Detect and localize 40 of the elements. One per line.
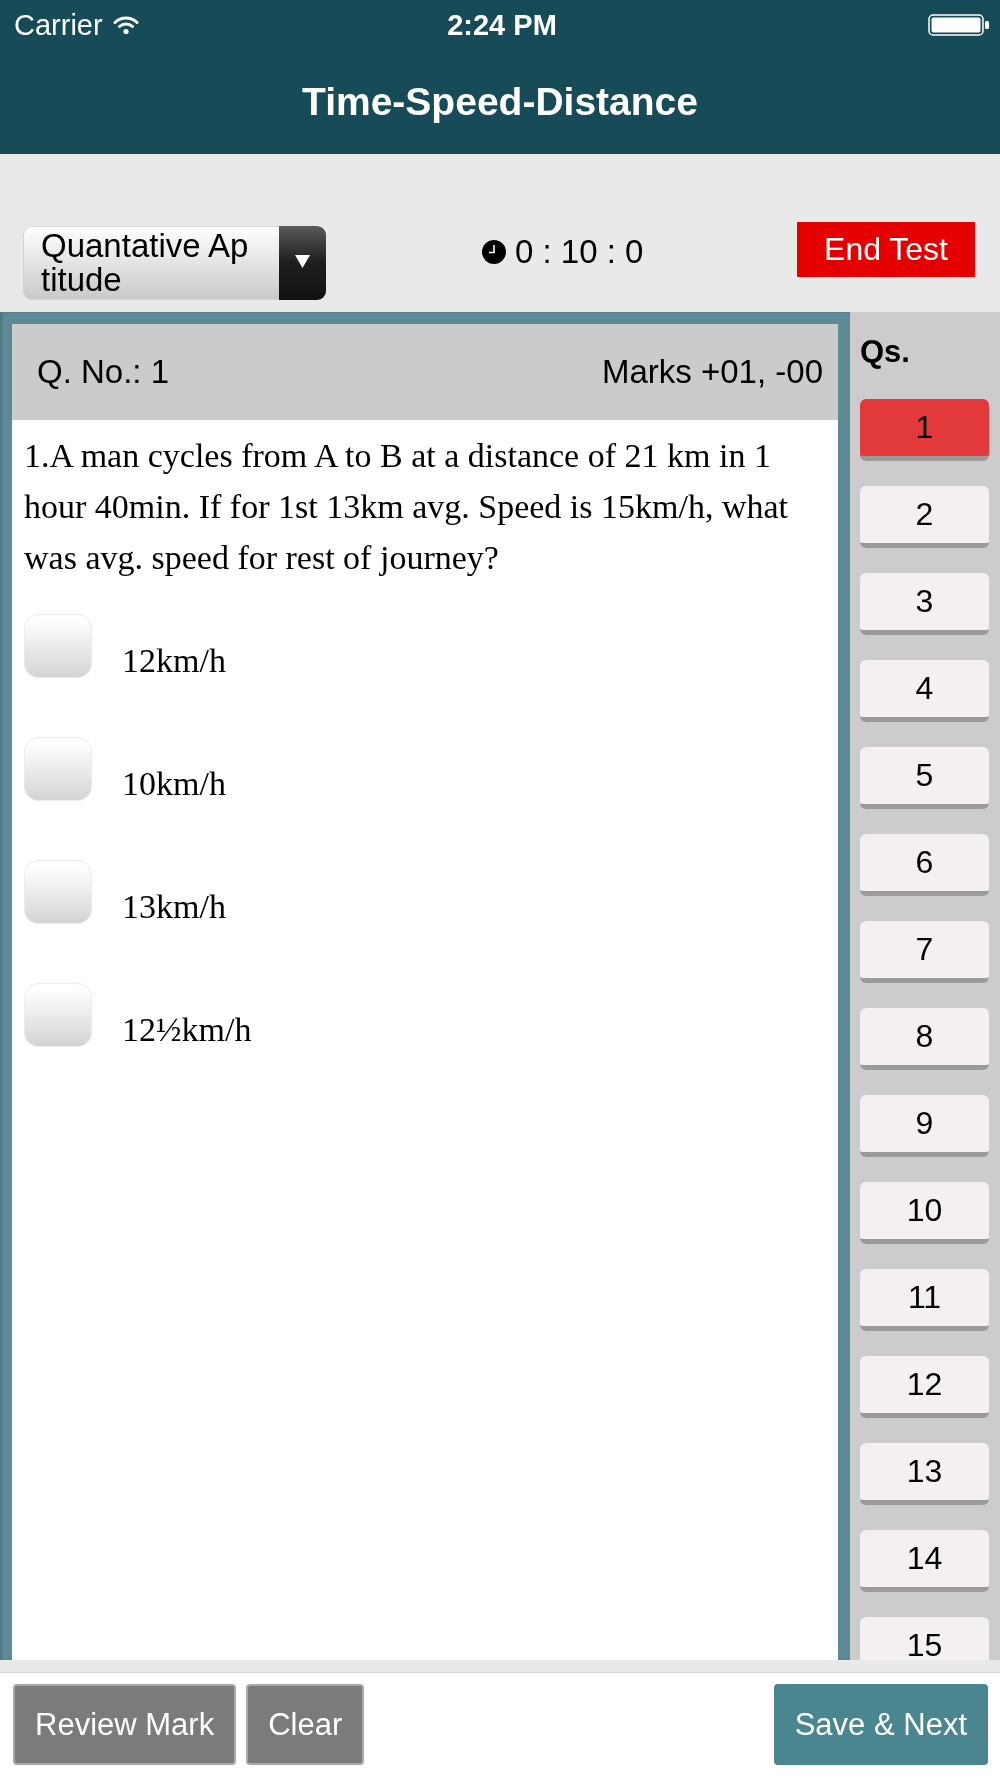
question-number-button[interactable]: 9 bbox=[860, 1095, 989, 1157]
question-number-button[interactable]: 11 bbox=[860, 1269, 989, 1331]
battery-icon bbox=[928, 14, 990, 36]
question-number-button[interactable]: 7 bbox=[860, 921, 989, 983]
question-number-button[interactable]: 15 bbox=[860, 1617, 989, 1660]
question-number-button[interactable]: 1 bbox=[860, 399, 989, 461]
timer-text: 0 : 10 : 0 bbox=[515, 233, 644, 271]
question-number-button[interactable]: 3 bbox=[860, 573, 989, 635]
checkbox[interactable] bbox=[24, 983, 92, 1047]
marks-text: Marks +01, -00 bbox=[602, 353, 823, 391]
questions-heading: Qs. bbox=[860, 333, 911, 371]
question-number-button[interactable]: 6 bbox=[860, 834, 989, 896]
option-label: 12km/h bbox=[122, 644, 226, 678]
action-button[interactable]: Review Mark bbox=[13, 1684, 237, 1765]
question-number-button[interactable]: 13 bbox=[860, 1443, 989, 1505]
question-number-button[interactable]: 10 bbox=[860, 1182, 989, 1244]
question-text: 1.A man cycles from A to B at a distance of 21 km in 1 hour 40min. If for 1st 13km avg. Speed is 15km/h, what was avg. speed for rest of journey? bbox=[23, 436, 789, 578]
question-number-button[interactable]: 4 bbox=[860, 660, 989, 722]
clock-icon bbox=[482, 240, 506, 264]
primary-button[interactable]: Save & Next bbox=[773, 1684, 988, 1765]
checkbox[interactable] bbox=[24, 614, 92, 678]
question-number-button[interactable]: 14 bbox=[860, 1530, 989, 1592]
action-button[interactable]: Clear bbox=[246, 1684, 365, 1765]
option-label: 13km/h bbox=[122, 890, 226, 924]
wifi-icon bbox=[112, 15, 139, 35]
checkbox[interactable] bbox=[24, 737, 92, 801]
option-label: 12½km/h bbox=[122, 1013, 252, 1047]
clock-time: 2:24 PM bbox=[447, 8, 557, 42]
question-number: Q. No.: 1 bbox=[37, 353, 170, 391]
screen-title: Time-Speed-Distance bbox=[302, 80, 698, 124]
section-dropdown[interactable]: Quantative Aptitude bbox=[23, 226, 326, 300]
end-test-button[interactable]: End Test bbox=[797, 222, 975, 277]
checkbox[interactable] bbox=[24, 860, 92, 924]
question-number-button[interactable]: 2 bbox=[860, 486, 989, 548]
option-label: 10km/h bbox=[122, 767, 226, 801]
question-number-button[interactable]: 5 bbox=[860, 747, 989, 809]
question-number-button[interactable]: 12 bbox=[860, 1356, 989, 1418]
caret-icon bbox=[279, 226, 326, 300]
question-number-button[interactable]: 8 bbox=[860, 1008, 989, 1070]
carrier-name: Carrier bbox=[14, 8, 103, 42]
